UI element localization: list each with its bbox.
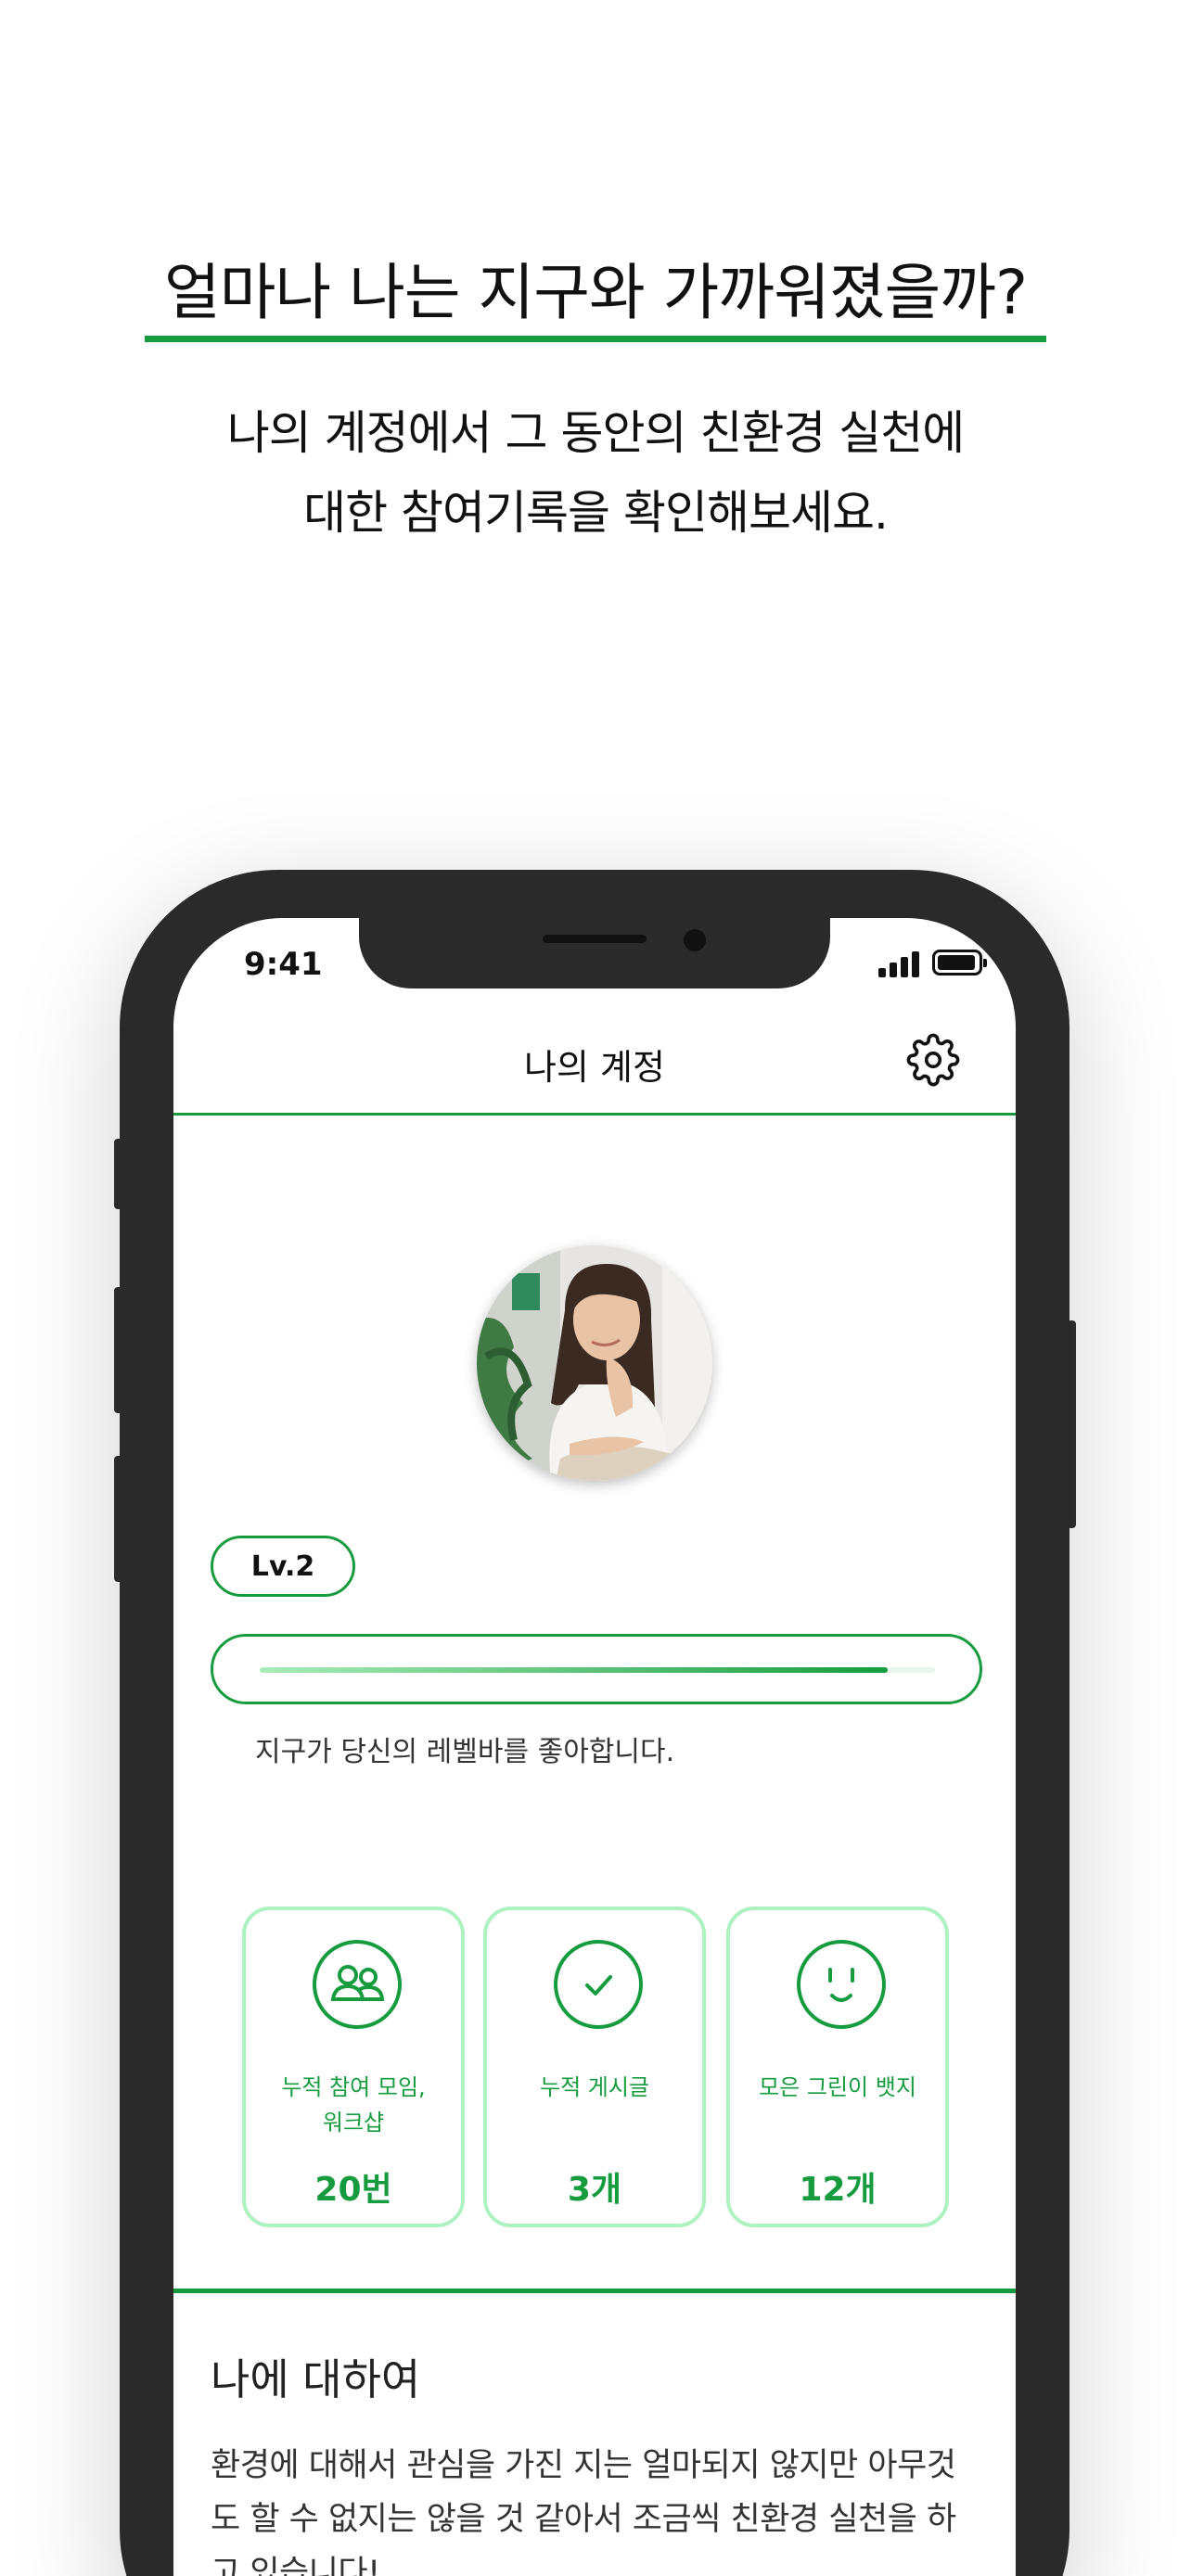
promo-subtext-line-2: 대한 참여기록을 확인해보세요.	[303, 486, 889, 540]
phone-notch	[359, 918, 830, 988]
level-message: 지구가 당신의 레벨바를 좋아합니다.	[255, 1736, 675, 1768]
gear-icon[interactable]	[906, 1033, 960, 1087]
app-store-screenshot: 얼마나 나는 지구와 가까워졌을까? 나의 계정에서 그 동안의 친환경 실천에…	[0, 0, 1191, 2576]
cellular-signal-icon	[878, 951, 919, 977]
phone-screen: 9:41 나의 계정 Lv.2 지구가 당신의 레벨바를 좋아합니다. 누적 참…	[173, 918, 1016, 2576]
level-progress-track	[260, 1667, 935, 1673]
smile-icon	[797, 1940, 886, 2029]
stat-card-meetings[interactable]: 누적 참여 모임, 워크샵 20번	[242, 1906, 465, 2227]
promo-subtext: 나의 계정에서 그 동안의 친환경 실천에 대한 참여기록을 확인해보세요.	[0, 393, 1191, 553]
about-text: 환경에 대해서 관심을 가진 지는 얼마되지 않지만 아무것도 할 수 없지는 …	[211, 2447, 956, 2576]
level-progress-bar	[211, 1634, 982, 1704]
promo-subtext-line-1: 나의 계정에서 그 동안의 친환경 실천에	[226, 406, 965, 460]
stat-label: 누적 게시글	[539, 2074, 650, 2100]
level-badge: Lv.2	[211, 1536, 355, 1597]
headline-underline	[145, 336, 1046, 342]
notch-speaker	[543, 935, 647, 943]
stat-label: 누적 참여 모임, 워크샵	[281, 2074, 426, 2136]
check-circle-icon	[554, 1940, 643, 2029]
stat-value: 20번	[314, 2171, 392, 2209]
avatar-photo	[477, 1245, 712, 1481]
stat-value: 3개	[567, 2171, 622, 2209]
promo-headline: 얼마나 나는 지구와 가까워졌을까?	[163, 257, 1028, 328]
stat-value: 12개	[799, 2171, 877, 2209]
level-progress-fill	[260, 1667, 889, 1673]
phone-frame: 9:41 나의 계정 Lv.2 지구가 당신의 레벨바를 좋아합니다. 누적 참…	[120, 870, 1069, 2576]
stat-label: 모은 그린이 뱃지	[759, 2074, 916, 2100]
section-divider	[173, 2289, 1016, 2293]
page-title: 나의 계정	[524, 1047, 665, 1088]
stat-card-posts[interactable]: 누적 게시글 3개	[483, 1906, 706, 2227]
status-time: 9:41	[244, 946, 323, 983]
stat-card-badges[interactable]: 모은 그린이 뱃지 12개	[726, 1906, 949, 2227]
people-icon	[313, 1940, 402, 2029]
about-title: 나에 대하여	[211, 2354, 421, 2404]
avatar[interactable]	[477, 1245, 712, 1481]
battery-icon	[932, 950, 987, 976]
header-divider	[173, 1113, 1016, 1116]
notch-camera	[684, 929, 706, 951]
